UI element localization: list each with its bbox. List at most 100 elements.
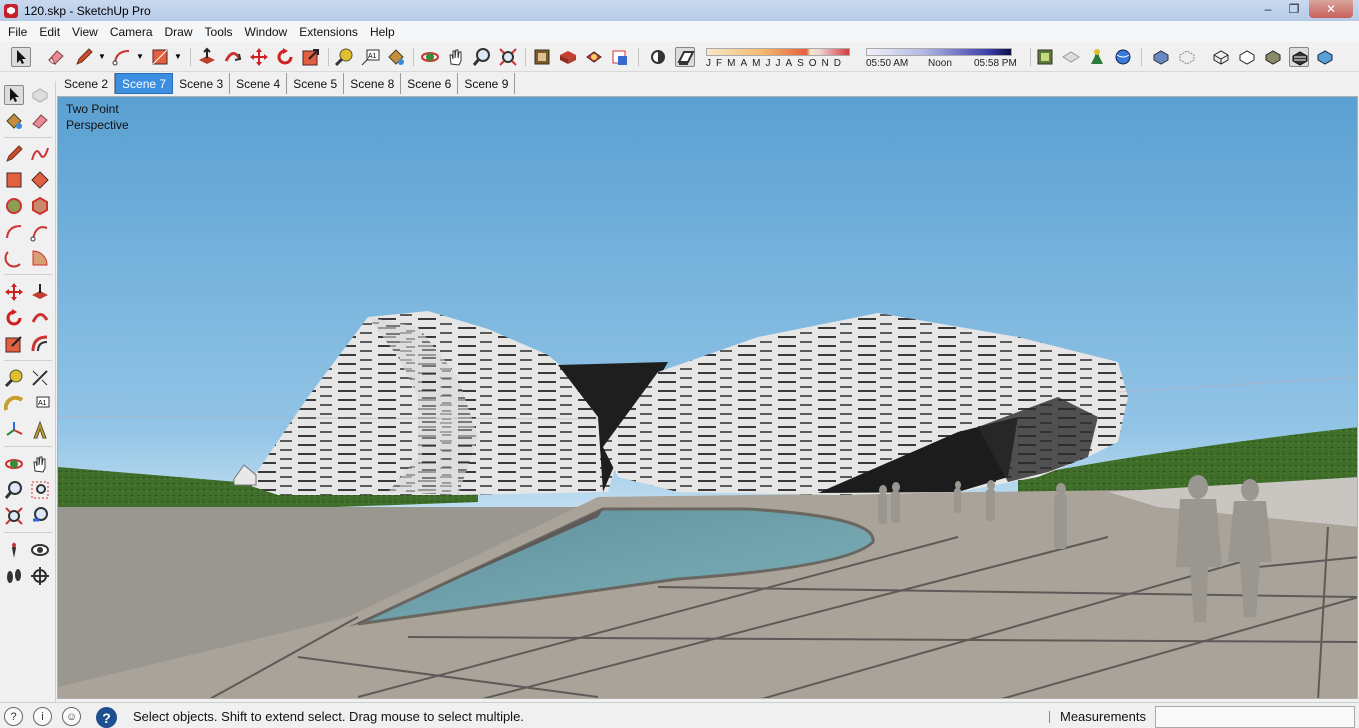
menu-draw[interactable]: Draw <box>159 25 199 39</box>
arc-icon[interactable] <box>4 222 24 242</box>
info-icon[interactable]: i <box>33 707 52 726</box>
menu-camera[interactable]: Camera <box>104 25 159 39</box>
close-button[interactable]: ✕ <box>1309 0 1353 18</box>
menu-file[interactable]: File <box>2 25 33 39</box>
line-icon[interactable] <box>4 144 24 164</box>
tab-scene-6[interactable]: Scene 6 <box>401 73 459 94</box>
user-account-icon[interactable]: ☺ <box>62 707 81 726</box>
rotate-icon[interactable] <box>4 308 24 328</box>
pan-icon[interactable] <box>446 47 466 67</box>
menu-extensions[interactable]: Extensions <box>293 25 364 39</box>
shadow-time-slider[interactable] <box>866 48 1012 56</box>
rotate-icon[interactable] <box>275 47 295 67</box>
walk-icon[interactable] <box>4 566 24 586</box>
shadow-toggle-icon[interactable] <box>648 47 668 67</box>
tape-measure-icon[interactable] <box>334 47 354 67</box>
zoom-extents-icon[interactable] <box>498 47 518 67</box>
tab-scene-7[interactable]: Scene 7 <box>115 73 174 94</box>
move-icon[interactable] <box>4 282 24 302</box>
menu-window[interactable]: Window <box>239 25 294 39</box>
menu-help[interactable]: Help <box>364 25 401 39</box>
style-builder-icon[interactable] <box>610 47 630 67</box>
preview-google-earth-icon[interactable] <box>1113 47 1133 67</box>
tape-measure-icon[interactable] <box>4 368 24 388</box>
monochrome-icon[interactable] <box>1315 47 1335 67</box>
orbit-icon[interactable] <box>4 454 24 474</box>
hidden-line-icon[interactable] <box>1237 47 1257 67</box>
tab-scene-8[interactable]: Scene 8 <box>344 73 402 94</box>
shaded-textures-icon[interactable] <box>1289 47 1309 67</box>
orbit-icon[interactable] <box>420 47 440 67</box>
pan-icon[interactable] <box>30 454 50 474</box>
position-camera-icon[interactable] <box>4 540 24 560</box>
tab-scene-4[interactable]: Scene 4 <box>230 73 288 94</box>
rotated-rectangle-icon[interactable] <box>30 170 50 190</box>
minimize-button[interactable]: – <box>1255 0 1281 18</box>
push-pull-icon[interactable] <box>30 282 50 302</box>
menu-view[interactable]: View <box>66 25 104 39</box>
geo-location-icon[interactable] <box>1035 47 1055 67</box>
make-component-icon[interactable] <box>30 85 50 105</box>
xray-icon[interactable] <box>1151 47 1171 67</box>
eraser-icon[interactable] <box>30 111 50 131</box>
measurements-input[interactable] <box>1155 706 1355 728</box>
paint-bucket-icon[interactable] <box>4 111 24 131</box>
look-around-icon[interactable] <box>30 540 50 560</box>
rectangle-icon[interactable] <box>4 170 24 190</box>
menu-tools[interactable]: Tools <box>199 25 239 39</box>
layout-icon[interactable] <box>584 47 604 67</box>
paint-bucket-icon[interactable] <box>386 47 406 67</box>
scale-icon[interactable] <box>301 47 321 67</box>
tab-scene-9[interactable]: Scene 9 <box>458 73 516 94</box>
select-icon[interactable] <box>11 47 31 67</box>
tab-scene-5[interactable]: Scene 5 <box>287 73 345 94</box>
follow-me-icon[interactable] <box>223 47 243 67</box>
follow-me-icon[interactable] <box>30 308 50 328</box>
zoom-icon[interactable] <box>4 480 24 500</box>
circle-icon[interactable] <box>4 196 24 216</box>
select-icon[interactable] <box>4 85 24 105</box>
model-viewport[interactable]: Two Point Perspective <box>57 96 1358 699</box>
geo-location-status-icon[interactable]: ? <box>4 707 23 726</box>
section-plane-icon[interactable] <box>30 566 50 586</box>
zoom-icon[interactable] <box>472 47 492 67</box>
three-point-arc-icon[interactable] <box>4 248 24 268</box>
axes-icon[interactable] <box>4 420 24 440</box>
scale-icon[interactable] <box>4 334 24 354</box>
wireframe-icon[interactable] <box>1211 47 1231 67</box>
3d-text-icon[interactable] <box>30 420 50 440</box>
zoom-extents-icon[interactable] <box>4 506 24 526</box>
polygon-icon[interactable] <box>30 196 50 216</box>
text-icon[interactable]: A1 <box>30 394 50 414</box>
arc-icon[interactable] <box>112 47 132 67</box>
menu-edit[interactable]: Edit <box>33 25 66 39</box>
previous-view-icon[interactable] <box>30 506 50 526</box>
warehouse-icon[interactable] <box>532 47 552 67</box>
text-icon[interactable]: A1 <box>360 47 380 67</box>
pie-icon[interactable] <box>30 248 50 268</box>
back-edges-icon[interactable] <box>1177 47 1197 67</box>
chevron-down-icon[interactable]: ▼ <box>136 52 144 61</box>
photo-texture-icon[interactable] <box>1087 47 1107 67</box>
push-pull-icon[interactable] <box>197 47 217 67</box>
restore-button[interactable]: ❐ <box>1281 0 1307 18</box>
zoom-window-icon[interactable] <box>30 480 50 500</box>
offset-icon[interactable] <box>30 334 50 354</box>
dimension-icon[interactable] <box>30 368 50 388</box>
chevron-down-icon[interactable]: ▼ <box>98 52 106 61</box>
freehand-icon[interactable] <box>30 144 50 164</box>
3d-scene[interactable] <box>58 97 1358 699</box>
move-icon[interactable] <box>249 47 269 67</box>
rectangle-icon[interactable] <box>150 47 170 67</box>
shadow-month-slider[interactable] <box>706 48 850 56</box>
eraser-icon[interactable] <box>46 47 66 67</box>
protractor-icon[interactable] <box>3 394 24 414</box>
add-location-icon[interactable] <box>1061 47 1081 67</box>
shaded-icon[interactable] <box>1263 47 1283 67</box>
pencil-icon[interactable] <box>74 47 94 67</box>
chevron-down-icon[interactable]: ▼ <box>174 52 182 61</box>
help-icon[interactable]: ? <box>96 707 117 728</box>
fog-icon[interactable] <box>675 47 695 67</box>
extension-warehouse-icon[interactable] <box>558 47 578 67</box>
two-point-arc-icon[interactable] <box>30 222 50 242</box>
